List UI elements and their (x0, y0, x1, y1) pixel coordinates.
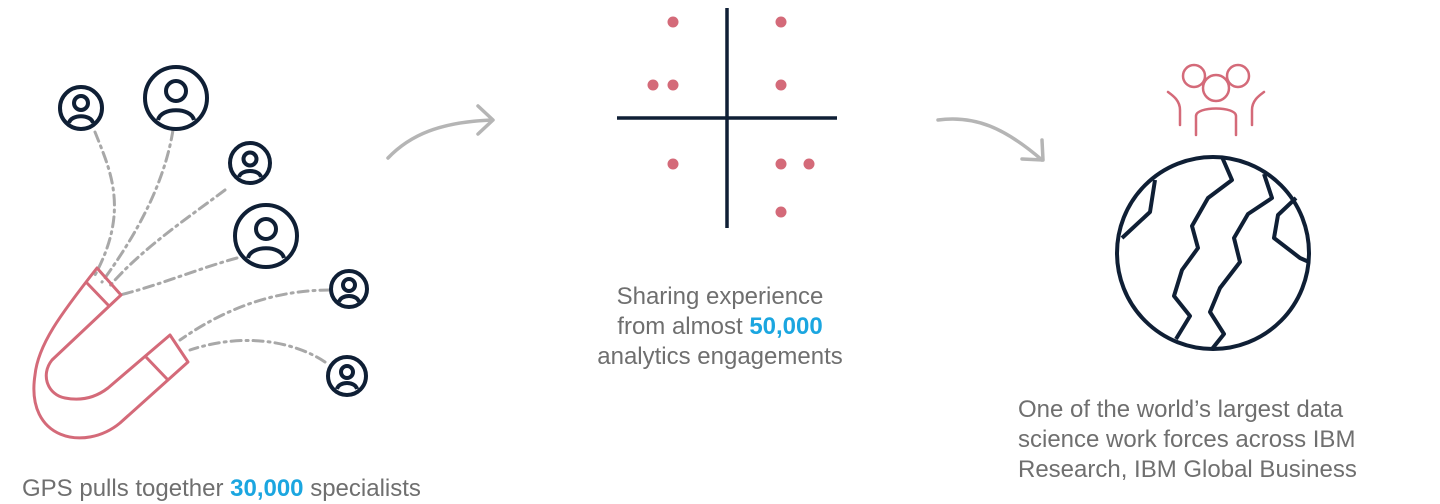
stat-number: 30,000 (230, 475, 304, 502)
person-circle-icon (326, 355, 368, 397)
dot-icon (667, 16, 679, 28)
person-circle-icon (143, 65, 209, 131)
quadrant-cross-icon (617, 8, 837, 228)
pull-line (93, 130, 116, 277)
dot-icon (775, 79, 787, 91)
pull-line (118, 256, 239, 297)
person-circle-icon (228, 141, 272, 185)
person-circle-icons (58, 65, 369, 397)
dot-icon (667, 158, 679, 170)
caption-line: One of the world’s largest data (1018, 396, 1344, 423)
pull-line (178, 288, 332, 342)
caption-line: science work forces across IBM (1018, 426, 1356, 453)
pull-line (106, 188, 227, 290)
globe-icon (1115, 155, 1311, 351)
caption-text: GPS pulls together (22, 475, 231, 502)
dot-icon (667, 79, 679, 91)
caption-text: specialists (303, 475, 421, 502)
caption-line: Research, IBM Global Business (1018, 456, 1357, 483)
caption-text: from almost (617, 313, 750, 340)
curved-arrow-icon (936, 117, 1045, 162)
pull-line (188, 339, 327, 364)
person-circle-icon (58, 85, 104, 131)
person-circle-icon (233, 203, 299, 269)
dot-icon (647, 79, 659, 91)
people-group-icon (1166, 63, 1266, 137)
caption-line: from almost 50,000 (560, 312, 880, 342)
stat-number: 50,000 (749, 313, 823, 340)
dot-icon (775, 158, 787, 170)
caption-workforce: One of the world’s largest data science … (1018, 395, 1357, 485)
caption-line: analytics engagements (597, 343, 843, 370)
caption-specialists: GPS pulls together 30,000 specialists (22, 474, 421, 504)
caption-line: Sharing experience (616, 283, 824, 310)
magnet-icon (32, 266, 190, 440)
person-circle-icon (329, 269, 369, 309)
dot-icon (775, 16, 787, 28)
caption-engagements: Sharing experience from almost 50,000 an… (560, 282, 880, 372)
dot-icon (803, 158, 815, 170)
curved-arrow-icon (386, 104, 495, 160)
dot-icon (775, 206, 787, 218)
